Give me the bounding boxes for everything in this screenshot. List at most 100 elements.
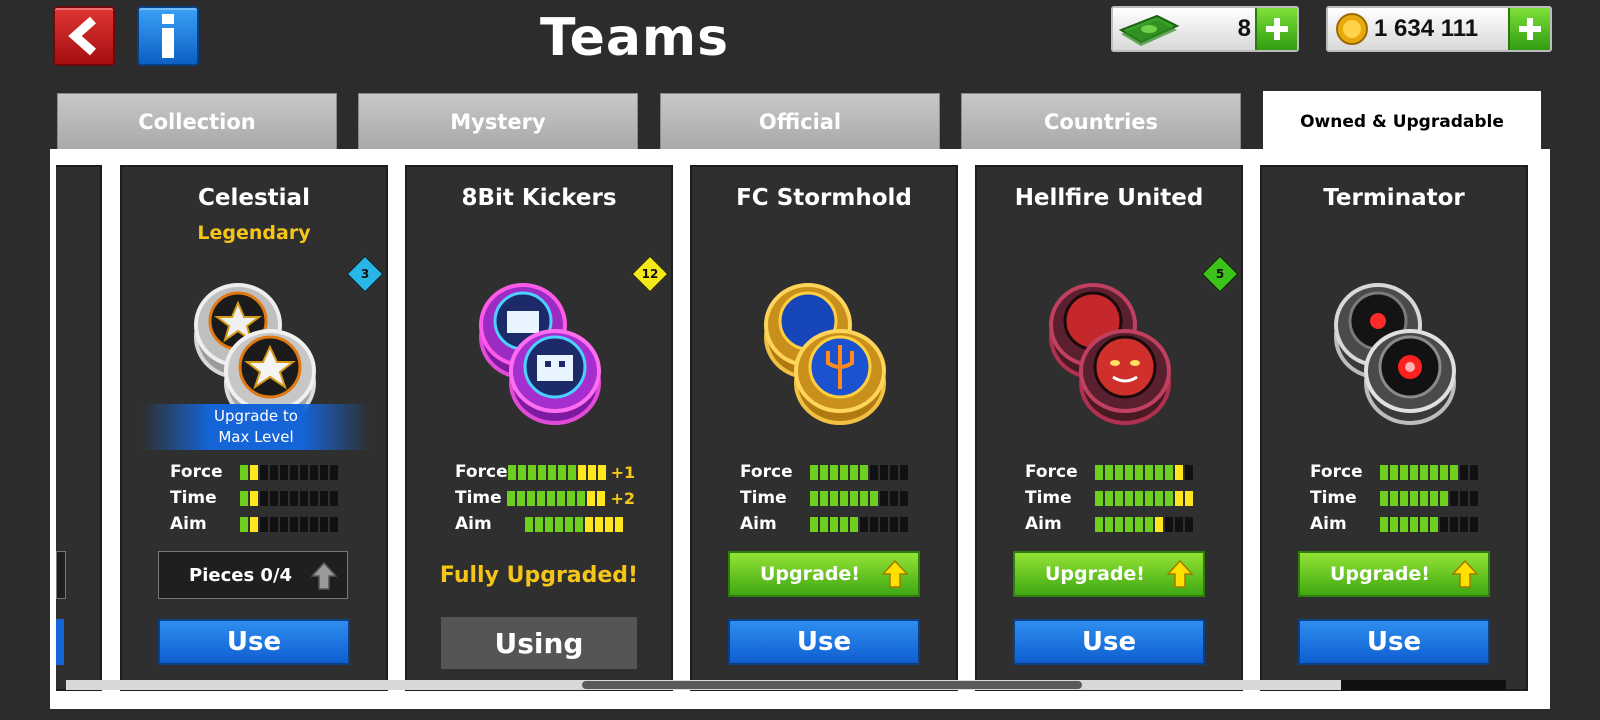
upgrade-button[interactable]: Upgrade! <box>1013 551 1205 597</box>
back-button[interactable] <box>53 6 115 66</box>
stat-bar-segment <box>850 516 858 532</box>
stat-bar-segment <box>240 490 248 506</box>
stat-bar-segment <box>1105 516 1113 532</box>
add-cash-button[interactable] <box>1255 8 1297 50</box>
stat-row-time: Time +2 <box>455 485 635 511</box>
scroll-track-end <box>1341 680 1506 690</box>
stat-bar-segment <box>890 464 898 480</box>
stat-bar-segment <box>850 490 858 506</box>
team-card-celestial[interactable]: Celestial Legendary 3 Upgrade to Max Lev… <box>120 165 388 691</box>
use-button[interactable]: Use <box>728 619 920 665</box>
stat-row-time: Time <box>1025 485 1205 511</box>
stat-label: Force <box>1025 462 1078 482</box>
upgrade-button[interactable]: Upgrade! <box>1298 551 1490 597</box>
stat-bar <box>1380 464 1478 480</box>
stat-bar <box>525 516 623 532</box>
stat-bar-segment <box>330 516 338 532</box>
stat-bar-segment <box>1105 490 1113 506</box>
stat-row-aim: Aim <box>1310 511 1490 537</box>
stat-bar-segment <box>320 516 328 532</box>
team-card-fc-stormhold[interactable]: FC Stormhold Force Time Aim Upgrade! Use <box>690 165 958 691</box>
team-name: 8Bit Kickers <box>461 185 617 211</box>
stat-bar-segment <box>567 490 576 506</box>
stat-bar-segment <box>1430 464 1438 480</box>
plus-icon <box>1266 18 1288 40</box>
stat-bar-segment <box>1185 516 1193 532</box>
upgrade-label: Upgrade! <box>1330 563 1430 585</box>
stat-bar-segment <box>1390 464 1398 480</box>
stat-bar-segment <box>1115 516 1123 532</box>
tab-countries[interactable]: Countries <box>961 93 1241 150</box>
stat-bar-segment <box>1155 490 1163 506</box>
stat-bar-segment <box>605 516 613 532</box>
teams-list[interactable]: Celestial Legendary 3 Upgrade to Max Lev… <box>56 155 1544 695</box>
stat-bar-segment <box>1390 516 1398 532</box>
use-button[interactable]: Use <box>1013 619 1205 665</box>
stat-bar <box>240 490 338 506</box>
stat-row-force: Force <box>1310 459 1490 485</box>
stat-row-aim: Aim <box>740 511 920 537</box>
stat-bar <box>1095 464 1193 480</box>
scroll-thumb[interactable] <box>582 681 1082 689</box>
stat-bar-segment <box>830 464 838 480</box>
team-card-8bit-kickers[interactable]: 8Bit Kickers 12 Force +1 Time +2 Aim Fully U… <box>405 165 673 691</box>
trident-chips-icon <box>764 283 886 425</box>
level-badge: 3 <box>346 255 384 293</box>
stat-bar-segment <box>890 516 898 532</box>
stat-bar-segment <box>507 464 516 480</box>
stat-row-force: Force <box>740 459 920 485</box>
stat-bar <box>240 464 338 480</box>
stat-label: Time <box>1025 488 1072 508</box>
stat-bar-segment <box>830 516 838 532</box>
tab-owned-upgradable[interactable]: Owned & Upgradable <box>1263 91 1541 153</box>
add-coins-button[interactable] <box>1508 8 1550 50</box>
use-button[interactable]: Use <box>1298 619 1490 665</box>
stat-label: Time <box>1310 488 1357 508</box>
stat-label: Force <box>170 462 223 482</box>
stat-bar-segment <box>527 490 536 506</box>
horizontal-scrollbar[interactable] <box>66 680 1506 690</box>
team-name: Hellfire United <box>1014 185 1204 211</box>
stat-bar-segment <box>1430 490 1438 506</box>
stat-bar-segment <box>1410 516 1418 532</box>
stat-bar-segment <box>820 516 828 532</box>
back-arrow-icon <box>68 16 96 56</box>
cash-icon <box>1118 14 1180 46</box>
team-card-hellfire-united[interactable]: Hellfire United 5 Force Time Aim Upgrade! <box>975 165 1243 691</box>
team-name: Celestial <box>198 185 310 211</box>
cash-value: 8 <box>1237 15 1251 42</box>
stats: Force Time Aim <box>740 459 920 537</box>
team-card-terminator[interactable]: Terminator Force Time Aim Upgrade! Use <box>1260 165 1528 691</box>
stat-bar-segment <box>290 516 298 532</box>
upgrade-label: Upgrade! <box>1045 563 1145 585</box>
stat-bar-segment <box>525 516 533 532</box>
stat-bar-segment <box>1440 464 1448 480</box>
stat-bar-segment <box>1145 490 1153 506</box>
coin-value: 1 634 111 <box>1374 15 1479 42</box>
upgrade-max-ribbon: Upgrade to Max Level <box>142 404 370 450</box>
upgrade-button[interactable]: Upgrade! <box>728 551 920 597</box>
tab-official[interactable]: Official <box>660 93 940 150</box>
stat-bar-segment <box>240 464 248 480</box>
stat-bar-segment <box>260 516 268 532</box>
stat-bar-segment <box>557 490 566 506</box>
tab-mystery[interactable]: Mystery <box>358 93 638 150</box>
stat-label: Aim <box>170 514 207 534</box>
tab-collection[interactable]: Collection <box>57 93 337 150</box>
stat-bar <box>1380 516 1478 532</box>
stat-bar-segment <box>1095 516 1103 532</box>
stat-bar-segment <box>870 516 878 532</box>
level-value: 3 <box>360 267 370 281</box>
stat-bar-segment <box>860 516 868 532</box>
use-button[interactable] <box>56 619 64 665</box>
stat-bar-segment <box>1380 516 1388 532</box>
stat-bar-segment <box>517 464 526 480</box>
stat-bar-segment <box>860 490 868 506</box>
use-button[interactable]: Use <box>158 619 350 665</box>
stat-bar-segment <box>1095 464 1103 480</box>
stat-bar-segment <box>1410 490 1418 506</box>
arrow-up-icon <box>311 562 337 590</box>
info-button[interactable] <box>137 6 199 66</box>
stat-bar-segment <box>280 464 288 480</box>
stat-bar-segment <box>1165 464 1173 480</box>
